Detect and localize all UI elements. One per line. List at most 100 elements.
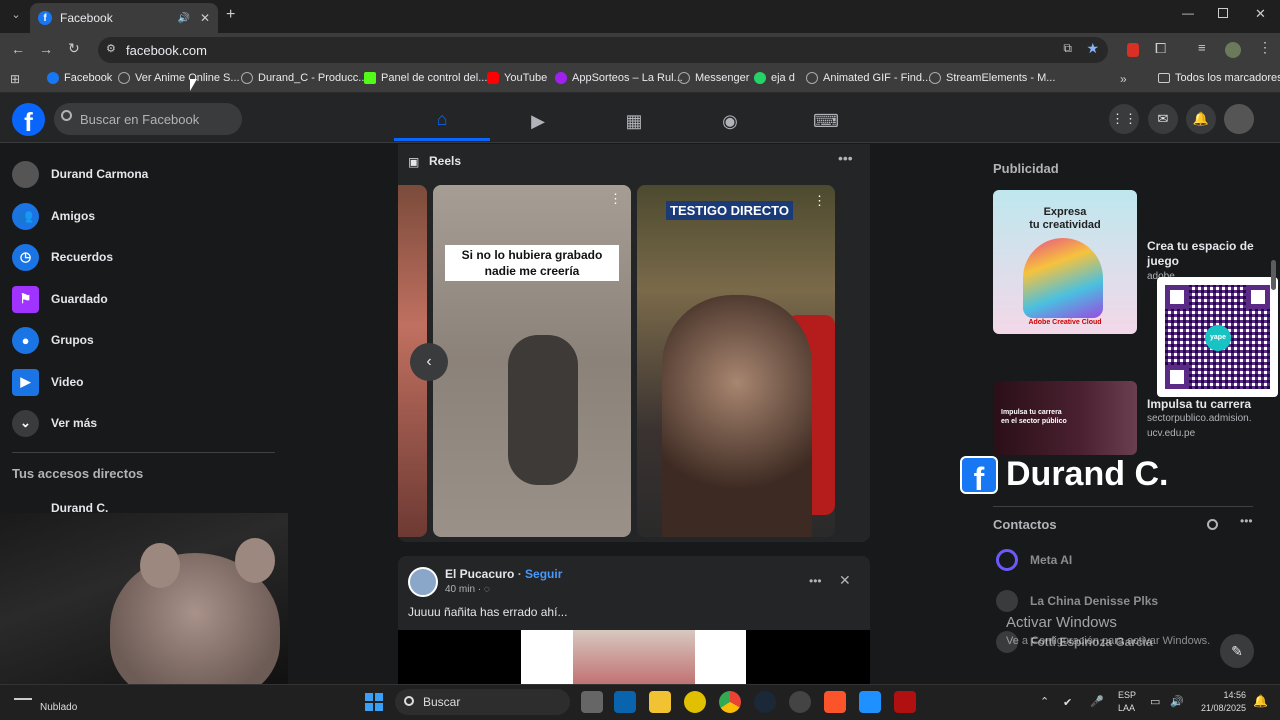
all-bookmarks-folder[interactable]: Todos los marcadores	[1158, 72, 1280, 84]
app-window-icon[interactable]	[859, 691, 881, 713]
tray-app-icon[interactable]: ✔	[1063, 696, 1072, 709]
scrollbar-thumb[interactable]	[1271, 260, 1276, 290]
site-info-icon[interactable]: ⚙	[106, 42, 116, 55]
start-button[interactable]	[365, 693, 383, 711]
contact-meta-ai[interactable]: Meta AI	[996, 549, 1072, 571]
red-app-icon[interactable]	[894, 691, 916, 713]
post-media[interactable]	[398, 630, 870, 686]
post-author[interactable]: El Pucacuro	[445, 567, 514, 581]
gaming-icon[interactable]: ⌨	[778, 101, 874, 141]
menu-grid-icon[interactable]: ⋮⋮	[1109, 104, 1139, 134]
follow-link[interactable]: Seguir	[525, 567, 562, 581]
sidebar-item-memories[interactable]: ◷ Recuerdos	[12, 239, 282, 275]
bookmark-6[interactable]: Messenger	[678, 72, 749, 84]
bookmark-2[interactable]: Durand_C - Producc...	[241, 72, 367, 84]
tab-facebook[interactable]: f Facebook 🔊 ✕	[30, 3, 218, 33]
reel-2[interactable]: TESTIGO DIRECTO ⋮	[637, 185, 835, 537]
ad-1-image[interactable]: Expresa tu creatividad Adobe Creative Cl…	[993, 190, 1137, 334]
steam-icon[interactable]	[754, 691, 776, 713]
profile-avatar[interactable]	[1225, 42, 1241, 58]
tray-chevron-icon[interactable]: ⌃	[1040, 695, 1049, 708]
bookmark-1[interactable]: Ver Anime Online S...	[118, 72, 240, 84]
sidebar-item-see-more[interactable]: ⌄ Ver más	[12, 405, 282, 441]
address-toolbar: ← → ↻ ⚙ facebook.com ⧉ ★ ⧠ ≡ ⋮	[0, 33, 1280, 67]
messenger-icon[interactable]: ✉	[1148, 104, 1178, 134]
notification-bell-icon[interactable]: 🔔	[1253, 694, 1268, 708]
star-icon[interactable]: ★	[1086, 40, 1099, 57]
facebook-logo-icon[interactable]: f	[12, 103, 45, 137]
account-avatar[interactable]	[1224, 104, 1254, 134]
bookmark-7[interactable]: eja d	[754, 72, 795, 84]
network-icon[interactable]: ▭	[1150, 695, 1160, 708]
notes-app-icon[interactable]	[684, 691, 706, 713]
avatar	[996, 590, 1018, 612]
reel-1[interactable]: Si no lo hubiera grabado nadie me creerí…	[433, 185, 631, 537]
clock-date[interactable]: 21/08/2025	[1190, 703, 1246, 713]
ad-2-image[interactable]: Impulsa tu carrera en el sector público	[993, 381, 1137, 455]
reel-menu-icon[interactable]: ⋮	[813, 193, 826, 209]
tab-close-icon[interactable]: ✕	[200, 11, 210, 25]
extension-red-icon[interactable]	[1127, 43, 1139, 57]
ad-2-title[interactable]: Impulsa tu carrera	[1147, 397, 1251, 411]
apps-grid-icon[interactable]: ⊞	[10, 72, 20, 86]
url-bar[interactable]: ⚙ facebook.com ⧉ ★	[98, 37, 1108, 63]
new-message-button[interactable]: ✎	[1220, 634, 1254, 668]
tab-search-icon[interactable]: ⌄	[8, 8, 24, 24]
restore-button[interactable]	[1218, 8, 1228, 18]
clock-time[interactable]: 14:56	[1196, 690, 1246, 700]
task-view-icon[interactable]	[581, 691, 603, 713]
contact-item[interactable]: La China Denisse Plks	[996, 590, 1158, 612]
video-icon[interactable]: ▶	[490, 101, 586, 141]
reels-more-icon[interactable]: •••	[838, 150, 853, 166]
extensions-puzzle-icon[interactable]: ⧠	[1155, 40, 1166, 57]
close-window-button[interactable]: ✕	[1255, 6, 1266, 22]
media-control-icon[interactable]: ≡	[1198, 40, 1206, 55]
taskbar-search-input[interactable]: Buscar	[395, 689, 570, 715]
reels-prev-button[interactable]: ‹	[410, 343, 448, 381]
menu-dots-icon[interactable]: ⋮	[1258, 39, 1272, 56]
back-icon[interactable]: ←	[11, 41, 25, 57]
bookmark-0[interactable]: Facebook	[47, 72, 112, 84]
sidebar-item-saved[interactable]: ⚑ Guardado	[12, 281, 282, 317]
chrome-icon[interactable]	[719, 691, 741, 713]
sidebar-item-groups[interactable]: ● Grupos	[12, 322, 282, 358]
notifications-icon[interactable]: 🔔	[1186, 104, 1216, 134]
reload-icon[interactable]: ↻	[68, 40, 80, 57]
bookmark-4[interactable]: YouTube	[487, 72, 547, 84]
tray-mic-icon[interactable]: 🎤	[1090, 695, 1104, 708]
post-author-avatar[interactable]	[408, 567, 438, 597]
obs-icon[interactable]	[789, 691, 811, 713]
volume-icon[interactable]: 🔊	[1170, 695, 1184, 708]
groups-icon[interactable]: ◉	[682, 101, 778, 141]
ad-1-title[interactable]: Crea tu espacio de juego	[1147, 239, 1257, 269]
contacts-search-icon[interactable]	[1207, 519, 1218, 530]
install-icon[interactable]: ⧉	[1063, 41, 1072, 56]
bookmark-5[interactable]: AppSorteos – La Rul...	[555, 72, 683, 84]
meta-ai-icon	[996, 549, 1018, 571]
speaker-icon[interactable]: 🔊	[177, 13, 189, 24]
weather-icon[interactable]	[14, 698, 32, 700]
sidebar-item-friends[interactable]: 👥 Amigos	[12, 198, 282, 234]
sidebar-item-video[interactable]: ▶ Video	[12, 364, 282, 400]
search-input[interactable]: Buscar en Facebook	[54, 103, 242, 135]
reel-menu-icon[interactable]: ⋮	[609, 191, 622, 207]
bookmark-9[interactable]: StreamElements - M...	[929, 72, 1055, 84]
contacts-more-icon[interactable]: •••	[1240, 514, 1253, 528]
bookmark-8[interactable]: Animated GIF - Find...	[806, 72, 931, 84]
weather-text[interactable]: Nublado	[40, 702, 77, 713]
more-bookmarks-icon[interactable]: »	[1120, 72, 1127, 86]
marketplace-icon[interactable]: ▦	[586, 101, 682, 141]
post-more-icon[interactable]: •••	[809, 574, 822, 588]
new-tab-button[interactable]: +	[226, 6, 235, 24]
post-close-icon[interactable]: ✕	[839, 572, 851, 589]
minimize-button[interactable]: —	[1182, 6, 1194, 20]
outlook-icon[interactable]	[614, 691, 636, 713]
forward-icon[interactable]: →	[39, 41, 53, 57]
file-explorer-icon[interactable]	[649, 691, 671, 713]
sidebar-item-profile[interactable]: Durand Carmona	[12, 156, 282, 192]
bookmark-3[interactable]: Panel de control del...	[364, 72, 487, 84]
language-top[interactable]: ESP	[1118, 690, 1136, 700]
language-bottom[interactable]: LAA	[1118, 703, 1135, 713]
home-icon[interactable]: ⌂	[394, 101, 490, 141]
brave-icon[interactable]	[824, 691, 846, 713]
